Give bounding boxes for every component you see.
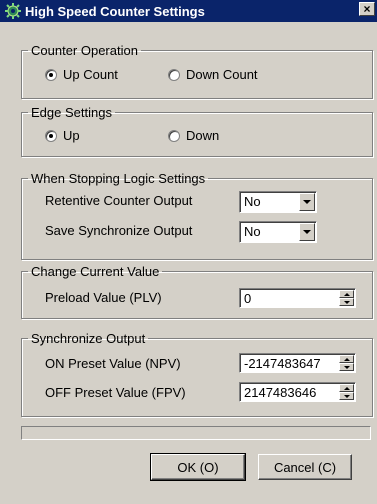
spin-down-button[interactable] <box>339 298 354 306</box>
radio-button <box>45 129 57 142</box>
chevron-down-icon <box>303 200 311 204</box>
title-bar[interactable]: High Speed Counter Settings × <box>0 0 377 22</box>
spin-up-button[interactable] <box>339 355 354 363</box>
retentive-counter-output-label: Retentive Counter Output <box>45 193 193 208</box>
arrow-up-icon <box>343 386 350 390</box>
close-button[interactable]: × <box>359 2 375 16</box>
spin-down-button[interactable] <box>339 363 354 371</box>
spin-down-button[interactable] <box>339 392 354 400</box>
save-synchronize-output-label: Save Synchronize Output <box>45 223 193 238</box>
radio-button <box>168 68 180 81</box>
arrow-up-icon <box>343 357 350 361</box>
spin-buttons <box>339 290 354 306</box>
arrow-down-icon <box>343 394 350 398</box>
arrow-up-icon <box>343 292 350 296</box>
radio-down-count[interactable]: Down Count <box>168 67 258 82</box>
radio-label: Down Count <box>186 67 258 82</box>
dropdown-button[interactable] <box>299 193 315 211</box>
spinner-value: -2147483647 <box>244 356 321 371</box>
radio-edge-up[interactable]: Up <box>45 128 80 143</box>
arrow-down-icon <box>343 300 350 304</box>
stopping-logic-group: When Stopping Logic Settings <box>21 171 373 260</box>
arrow-down-icon <box>343 365 350 369</box>
radio-up-count[interactable]: Up Count <box>45 67 118 82</box>
chevron-down-icon <box>303 230 311 234</box>
spinner-value: 2147483646 <box>244 385 317 400</box>
radio-button <box>45 68 57 81</box>
cancel-button[interactable]: Cancel (C) <box>258 454 352 480</box>
ok-button[interactable]: OK (O) <box>150 453 246 481</box>
dropdown-button[interactable] <box>299 223 315 241</box>
radio-selected-dot <box>49 72 53 77</box>
radio-edge-down[interactable]: Down <box>168 128 219 143</box>
spinner-value: 0 <box>244 291 252 306</box>
radio-selected-dot <box>49 133 53 138</box>
on-preset-value-spinner[interactable]: -2147483647 <box>239 353 356 373</box>
gear-icon <box>5 3 21 19</box>
window-title: High Speed Counter Settings <box>25 3 205 19</box>
preload-value-spinner[interactable]: 0 <box>239 288 356 308</box>
preload-value-label: Preload Value (PLV) <box>45 290 162 305</box>
spin-buttons <box>339 384 354 400</box>
spin-buttons <box>339 355 354 371</box>
off-preset-value-spinner[interactable]: 2147483646 <box>239 382 356 402</box>
select-value: No <box>244 224 261 239</box>
stopping-logic-legend: When Stopping Logic Settings <box>31 171 206 186</box>
change-current-value-legend: Change Current Value <box>31 264 160 279</box>
close-icon: × <box>363 2 371 16</box>
select-value: No <box>244 194 261 209</box>
counter-operation-legend: Counter Operation <box>31 43 138 58</box>
save-synchronize-output-select[interactable]: No <box>239 221 317 243</box>
synchronize-output-group: Synchronize Output <box>21 331 373 417</box>
synchronize-output-legend: Synchronize Output <box>31 331 146 346</box>
on-preset-value-label: ON Preset Value (NPV) <box>45 356 181 371</box>
edge-settings-legend: Edge Settings <box>31 105 112 120</box>
dialog: High Speed Counter Settings × Counter Op… <box>0 0 377 504</box>
spin-up-button[interactable] <box>339 384 354 392</box>
off-preset-value-label: OFF Preset Value (FPV) <box>45 385 186 400</box>
radio-label: Up Count <box>63 67 118 82</box>
radio-label: Up <box>63 128 80 143</box>
radio-button <box>168 129 180 142</box>
retentive-counter-output-select[interactable]: No <box>239 191 317 213</box>
spin-up-button[interactable] <box>339 290 354 298</box>
radio-label: Down <box>186 128 220 143</box>
progress-bar <box>21 426 371 440</box>
